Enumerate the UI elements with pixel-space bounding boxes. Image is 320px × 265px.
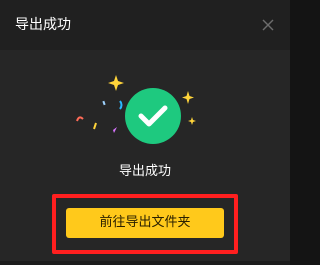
sparkle-icon xyxy=(182,91,194,104)
confetti-piece xyxy=(76,116,84,122)
dialog-titlebar: 导出成功 xyxy=(0,0,290,50)
dialog-bottom-edge xyxy=(0,261,290,265)
confetti-piece xyxy=(102,100,106,106)
sparkle-icon xyxy=(188,117,196,125)
confetti-piece xyxy=(93,122,97,130)
open-export-folder-button[interactable]: 前往导出文件夹 xyxy=(66,208,224,238)
success-illustration xyxy=(70,65,210,145)
check-circle-icon xyxy=(125,88,181,144)
success-message: 导出成功 xyxy=(118,164,171,179)
sparkle-icon xyxy=(108,75,124,91)
confetti-piece xyxy=(119,100,123,110)
confetti-piece xyxy=(113,127,117,133)
dialog-title: 导出成功 xyxy=(15,17,71,33)
close-icon[interactable] xyxy=(258,15,278,35)
export-success-dialog: 导出成功 导出成功 前往导出文件夹 xyxy=(0,0,290,265)
